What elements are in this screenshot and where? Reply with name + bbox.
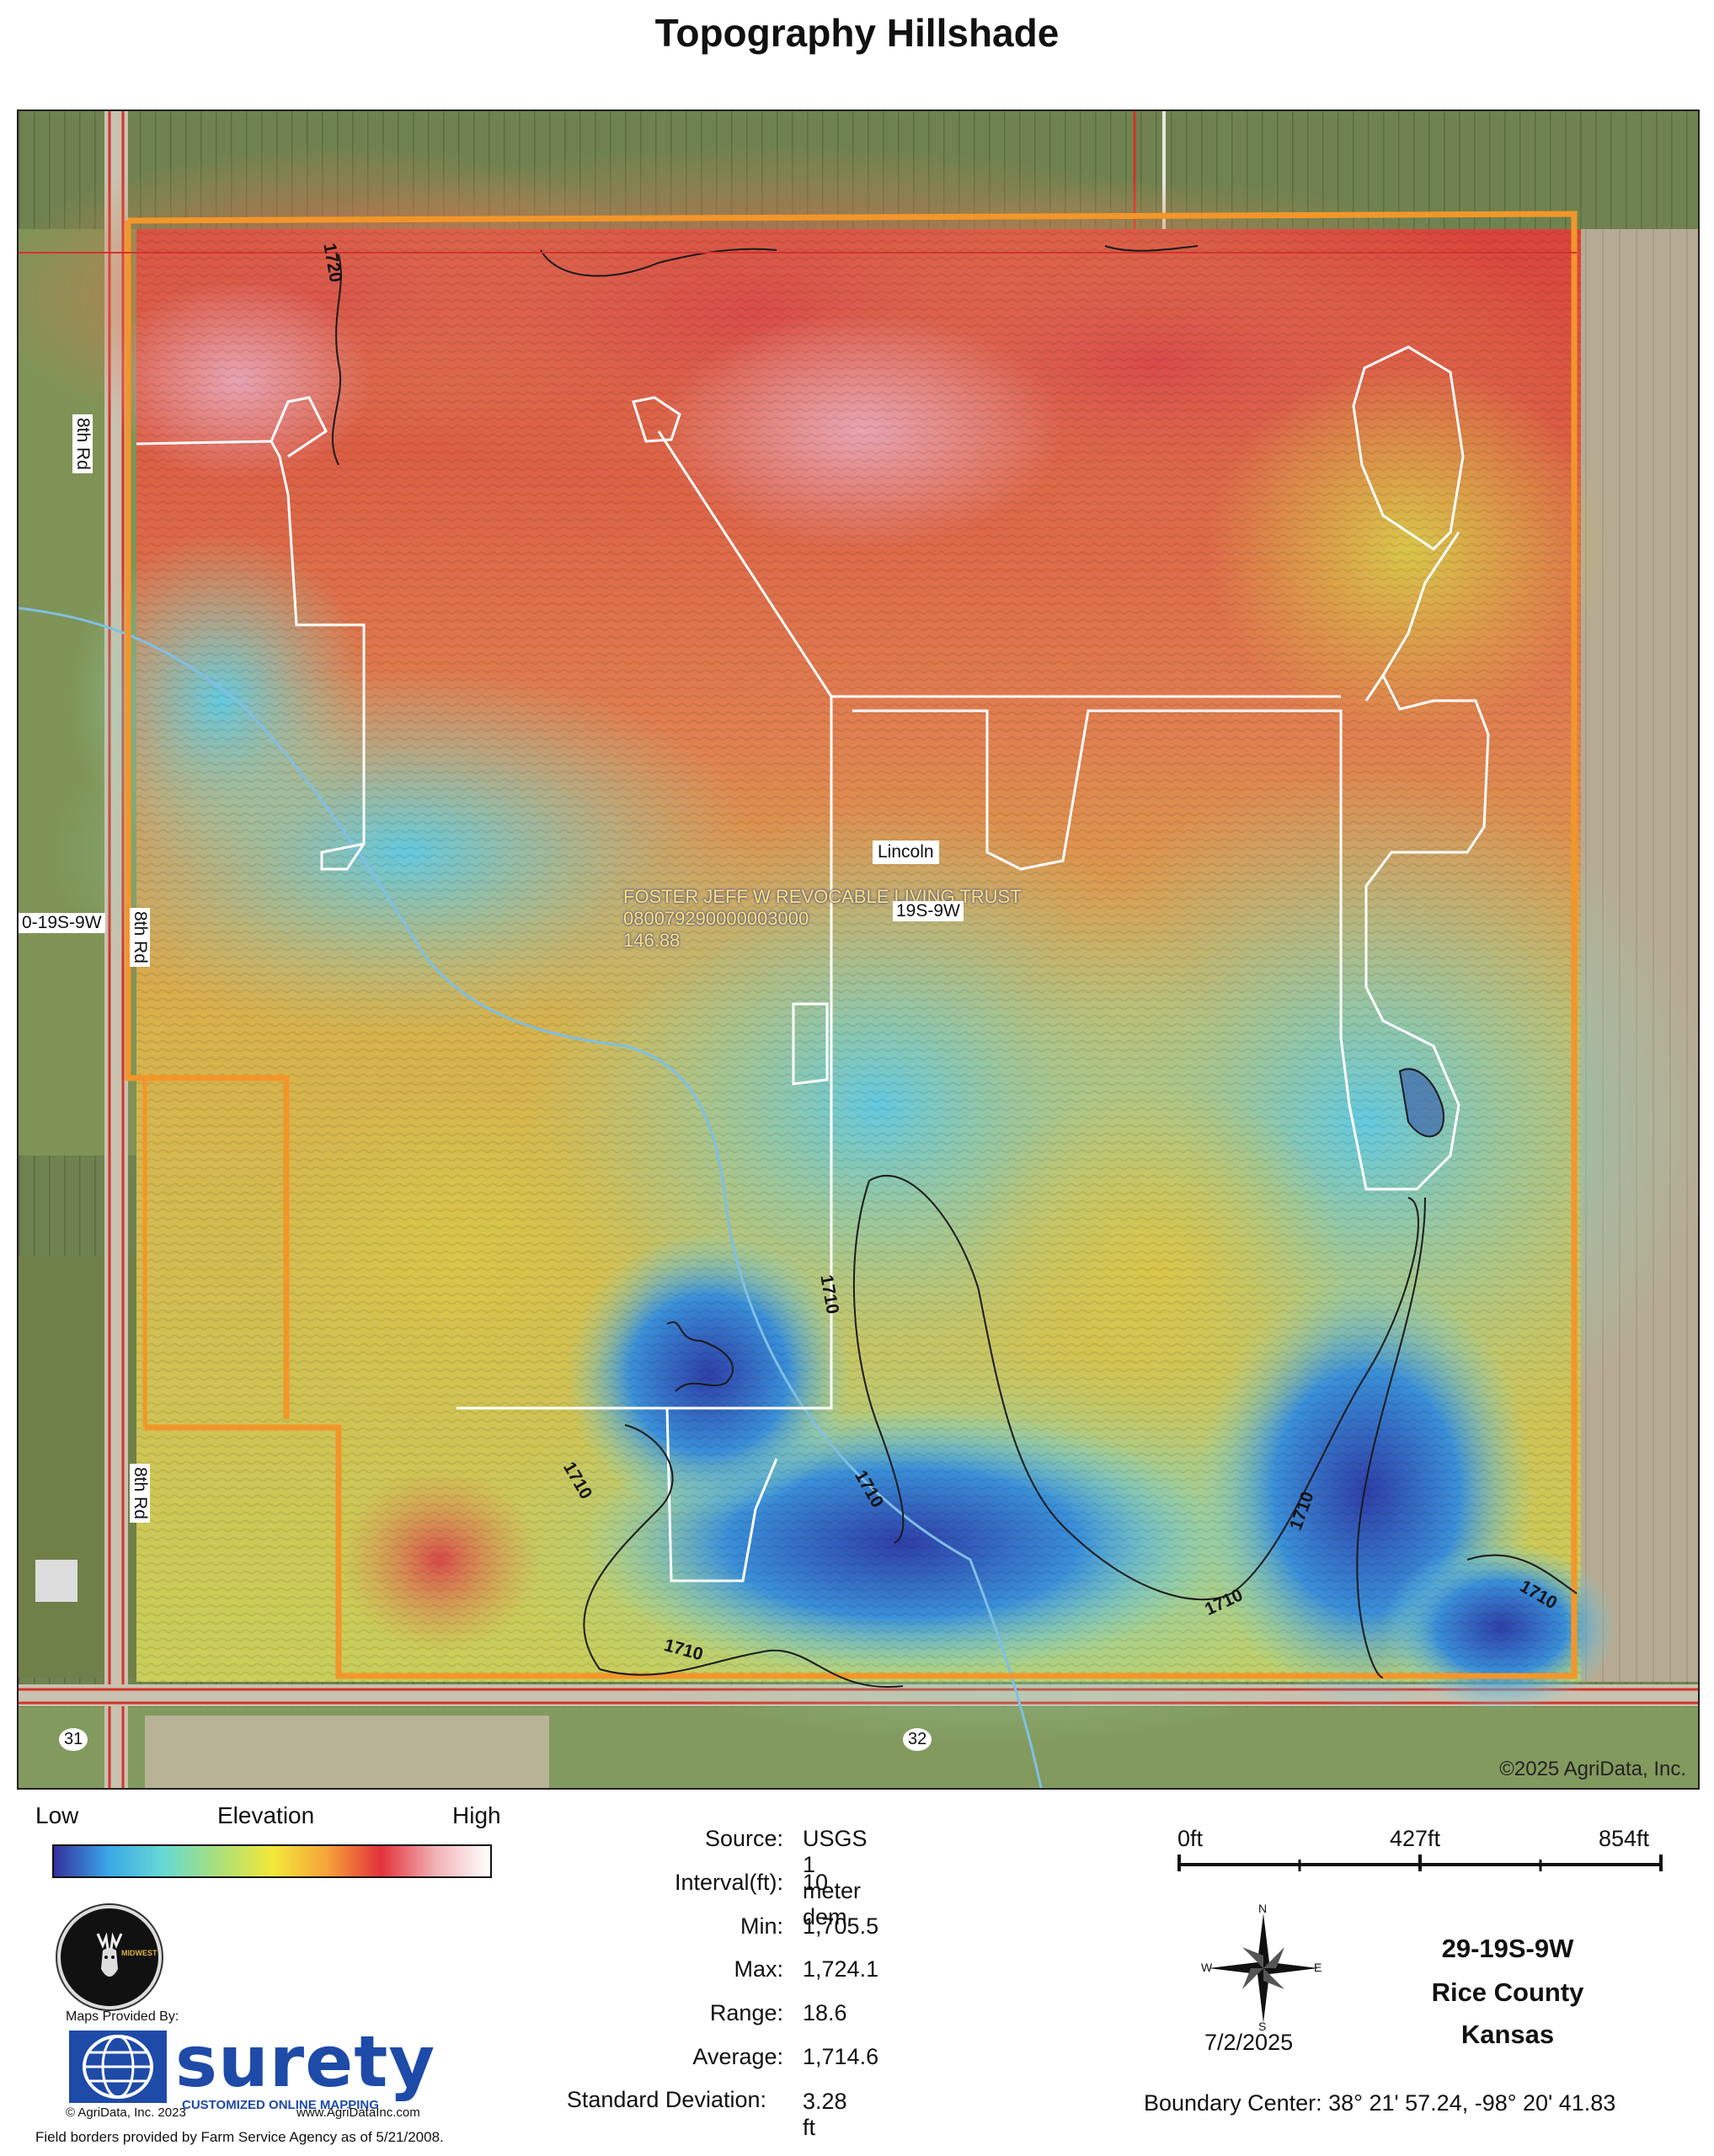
scale-bar-graphic <box>1177 1854 1663 1871</box>
stat-value-average: 1,714.6 <box>803 2044 879 2069</box>
maps-provided-label: Maps Provided By: <box>66 2009 179 2024</box>
stat-key-min: Min: <box>740 1913 783 1939</box>
left-section-label: 0-19S-9W <box>19 913 105 933</box>
midwest-logo-text: MIDWEST <box>121 1949 158 1957</box>
road-number-32: 32 <box>903 1728 932 1751</box>
stat-key-max: Max: <box>734 1956 783 1982</box>
road-label-8th-bottom: 8th Rd <box>130 1464 150 1523</box>
map-date: 7/2/2025 <box>1204 2030 1294 2055</box>
field-borders-note: Field borders provided by Farm Service A… <box>35 2129 444 2145</box>
location-state: Kansas <box>1460 2020 1555 2049</box>
stat-key-interval: Interval(ft): <box>674 1870 783 1895</box>
stat-key-average: Average: <box>692 2044 783 2069</box>
agridata-url: www.AgriDataInc.com <box>296 2105 420 2120</box>
boundary-center: Boundary Center: 38° 21' 57.24, -98° 20'… <box>1144 2090 1616 2116</box>
deer-icon <box>96 1932 123 1977</box>
stat-key-source: Source: <box>704 1826 783 1851</box>
location-section: 29-19S-9W <box>1441 1934 1574 1963</box>
map-view[interactable]: FOSTER JEFF W REVOCABLE LIVING TRUST 080… <box>17 109 1700 1790</box>
township-label: Lincoln <box>873 841 939 864</box>
elevation-color-ramp <box>52 1844 492 1878</box>
globe-icon <box>69 2031 167 2103</box>
page-title: Topography Hillshade <box>654 11 1060 55</box>
stat-value-max: 1,724.1 <box>803 1956 879 1982</box>
map-copyright: ©2025 AgriData, Inc. <box>1499 1758 1686 1780</box>
compass-w: W <box>1201 1961 1213 1974</box>
road-label-8th-top: 8th Rd <box>72 414 93 473</box>
compass-n: N <box>1258 1902 1268 1915</box>
legend-high: High <box>452 1802 501 1828</box>
stat-key-range: Range: <box>709 2000 783 2025</box>
scale-bar: 0ft 427ft 854ft <box>1177 1826 1666 1876</box>
north-arrow-icon <box>1209 1913 1318 2023</box>
stat-key-stddev: Standard Deviation: <box>566 2087 766 2112</box>
road-number-31: 31 <box>59 1728 88 1751</box>
stat-value-interval: 10 <box>803 1870 829 1895</box>
midwest-logo: MIDWEST <box>57 1905 162 2009</box>
compass-e: E <box>1314 1961 1322 1974</box>
location-county: Rice County <box>1431 1977 1584 2007</box>
stat-value-range: 18.6 <box>803 2000 847 2025</box>
surety-logo: surety CUSTOMIZED ONLINE MAPPING <box>67 2020 455 2112</box>
surety-wordmark: surety <box>175 2020 436 2103</box>
section-label: 19S-9W <box>893 901 964 921</box>
legend-title: Elevation <box>217 1802 315 1828</box>
road-label-8th-mid: 8th Rd <box>130 908 150 967</box>
parcel-acres: 146.88 <box>623 930 681 951</box>
agridata-copyright: © AgriData, Inc. 2023 <box>66 2105 186 2120</box>
stat-value-min: 1,705.5 <box>803 1913 879 1939</box>
stat-value-stddev: 3.28 ft <box>803 2089 847 2140</box>
legend-low: Low <box>35 1802 79 1828</box>
